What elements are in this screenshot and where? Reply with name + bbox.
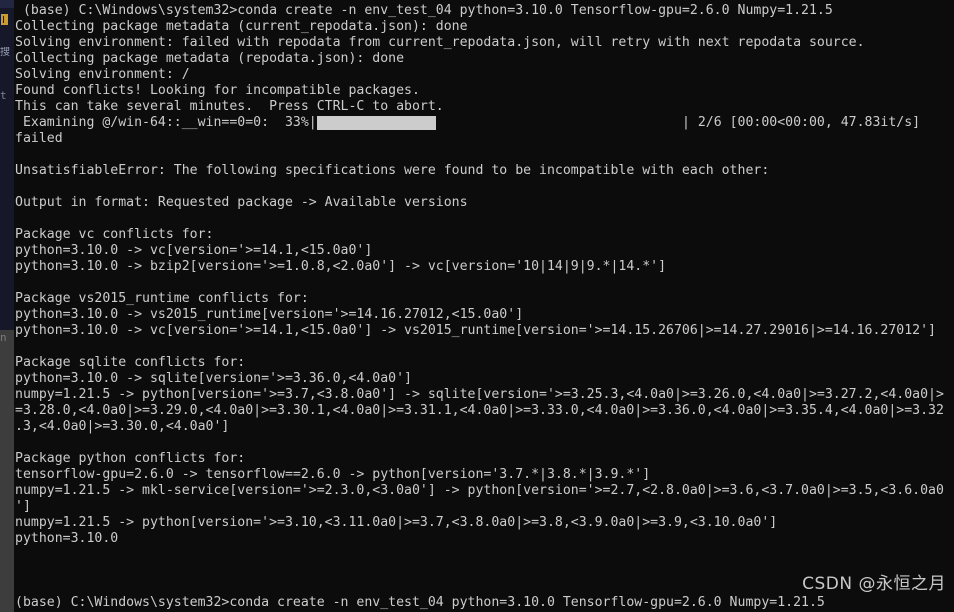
- terminal-line: Package vc conflicts for:: [15, 227, 214, 242]
- command-prompt-window[interactable]: (base) C:\Windows\system32>conda create …: [14, 0, 954, 612]
- terminal-line: =3.28.0,<4.0a0|>=3.29.0,<4.0a0|>=3.30.1,…: [15, 403, 944, 418]
- terminal-line: failed: [15, 131, 63, 146]
- terminal-line: Collecting package metadata (repodata.js…: [15, 51, 405, 66]
- terminal-line: python=3.10.0 -> vc[version='>=14.1,<15.…: [15, 323, 936, 338]
- terminal-line: Package vs2015_runtime conflicts for:: [15, 291, 309, 306]
- terminal-line: Package sqlite conflicts for:: [15, 355, 246, 370]
- terminal-line: python=3.10.0 -> bzip2[version='>=1.0.8,…: [15, 259, 667, 274]
- terminal-line: (base) C:\Windows\system32>conda create …: [15, 595, 825, 610]
- terminal-line: Output in format: Requested package -> A…: [15, 195, 468, 210]
- background-window-titlebar: [0, 0, 14, 8]
- terminal-line: numpy=1.21.5 -> mkl-service[version='>=2…: [15, 483, 944, 498]
- progress-prefix: Examining @/win-64::__win==0=0: 33%|: [15, 115, 317, 130]
- terminal-line: Solving environment: /: [15, 67, 190, 82]
- background-window-list: t t t t t t t t t t t t t t t: [0, 89, 14, 102]
- terminal-line: Found conflicts! Looking for incompatibl…: [15, 83, 420, 98]
- progress-bar-gap: [436, 115, 682, 130]
- terminal-line: Collecting package metadata (current_rep…: [15, 19, 468, 34]
- terminal-line: Package python conflicts for:: [15, 451, 246, 466]
- terminal-line: python=3.10.0 -> sqlite[version='>=3.36.…: [15, 371, 412, 386]
- terminal-line: python=3.10.0 -> vs2015_runtime[version=…: [15, 307, 524, 322]
- terminal-line: (base) C:\Windows\system32>conda create …: [15, 3, 833, 18]
- background-window-sliver[interactable]: 搜 t t t t t t t t t t t t t t t n n n n …: [0, 0, 14, 612]
- terminal-line: numpy=1.21.5 -> python[version='>=3.7,<3…: [15, 387, 944, 402]
- terminal-line: UnsatisfiableError: The following specif…: [15, 163, 770, 178]
- terminal-line: tensorflow-gpu=2.6.0 -> tensorflow==2.6.…: [15, 467, 651, 482]
- terminal-line: python=3.10.0: [15, 531, 119, 546]
- progress-suffix: | 2/6 [00:00<00:00, 47.83it/s]: [681, 115, 921, 130]
- terminal-line: numpy=1.21.5 -> python[version='>=3.10,<…: [15, 515, 778, 530]
- terminal-line: python=3.10.0 -> vc[version='>=14.1,<15.…: [15, 243, 373, 258]
- background-app-icon: [1, 14, 8, 25]
- progress-line: Examining @/win-64::__win==0=0: 33%| | 2…: [15, 115, 954, 131]
- terminal-output: (base) C:\Windows\system32>conda create …: [14, 0, 954, 612]
- terminal-line: ']: [15, 499, 31, 514]
- terminal-line: .3,<4.0a0|>=3.30.0,<4.0a0']: [15, 419, 230, 434]
- terminal-line: This can take several minutes. Press CTR…: [15, 99, 444, 114]
- progress-bar-fill: [316, 116, 436, 130]
- screen-root: 搜 t t t t t t t t t t t t t t t n n n n …: [0, 0, 954, 612]
- search-icon-label: 搜: [0, 47, 10, 58]
- terminal-line: Solving environment: failed with repodat…: [15, 35, 865, 50]
- background-window-scrollbar[interactable]: n n n n n n n n n n n n n n n n n n: [0, 330, 14, 612]
